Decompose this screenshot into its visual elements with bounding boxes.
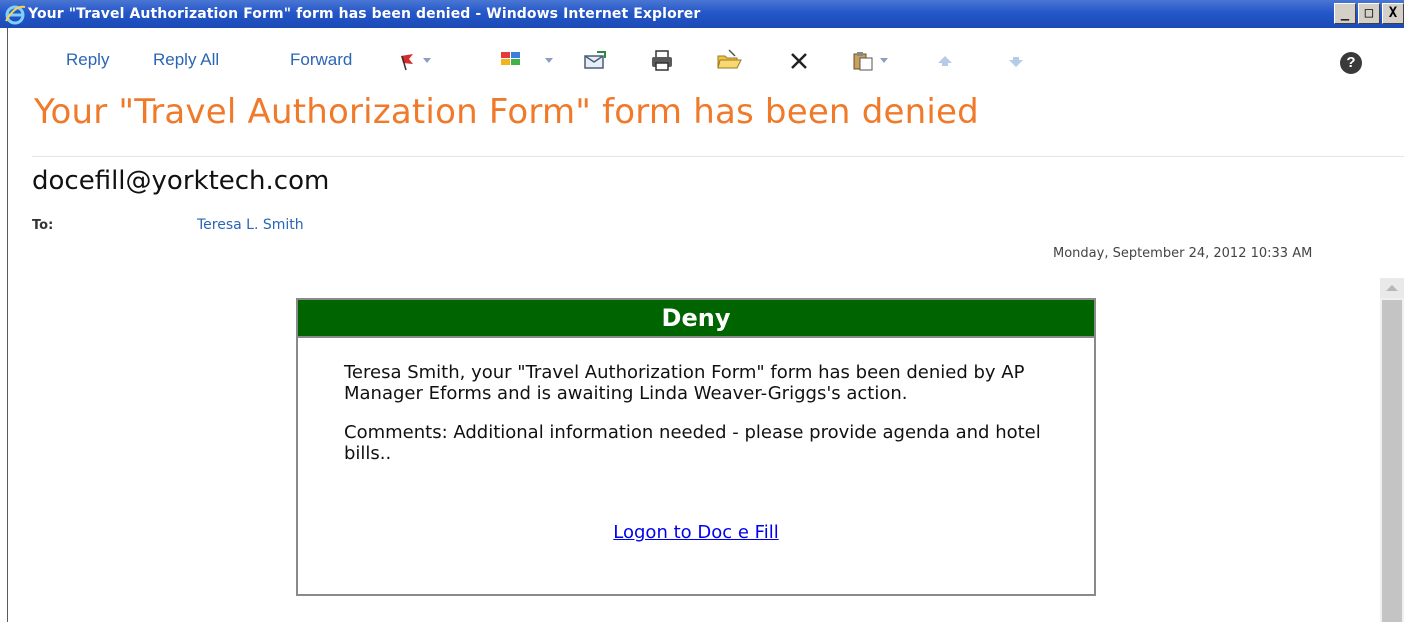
minimize-button[interactable]: _ (1334, 3, 1356, 24)
move-to-folder-icon[interactable] (583, 48, 607, 74)
message-toolbar: Reply Reply All Forward ? (0, 38, 1404, 82)
delete-icon[interactable] (789, 48, 809, 74)
message-date: Monday, September 24, 2012 10:33 AM (1053, 246, 1313, 261)
maximize-button[interactable]: □ (1358, 3, 1380, 24)
reply-all-button[interactable]: Reply All (153, 50, 219, 70)
reply-button[interactable]: Reply (66, 50, 109, 70)
categories-dropdown-caret[interactable] (545, 58, 553, 63)
deny-message: Teresa Smith, your "Travel Authorization… (344, 362, 1025, 404)
previous-arrow-icon[interactable] (935, 48, 955, 74)
window-left-border (0, 28, 8, 622)
flag-icon[interactable] (398, 48, 416, 74)
open-folder-icon[interactable] (715, 48, 743, 74)
scroll-up-button[interactable] (1380, 278, 1404, 298)
deny-body: Teresa Smith, your "Travel Authorization… (344, 362, 1044, 482)
print-icon[interactable] (649, 48, 675, 74)
paste-dropdown-caret[interactable] (880, 58, 888, 63)
forward-button[interactable]: Forward (290, 50, 352, 70)
deny-header: Deny (298, 300, 1094, 338)
deny-notice-box: Deny Teresa Smith, your "Travel Authoriz… (296, 298, 1096, 596)
to-label: To: (32, 218, 54, 233)
to-recipient[interactable]: Teresa L. Smith (197, 217, 304, 233)
message-subject: Your "Travel Authorization Form" form ha… (34, 92, 979, 132)
header-divider (32, 156, 1404, 157)
window-title-bar[interactable]: Your "Travel Authorization Form" form ha… (0, 0, 1404, 28)
deny-comments: Comments: Additional information needed … (344, 422, 1041, 464)
logon-link[interactable]: Logon to Doc e Fill (298, 522, 1094, 543)
close-button[interactable]: X (1382, 3, 1404, 24)
flag-dropdown-caret[interactable] (423, 58, 431, 63)
message-sender[interactable]: docefill@yorktech.com (32, 166, 329, 196)
internet-explorer-icon (4, 3, 26, 25)
paste-icon[interactable] (852, 48, 874, 74)
categories-icon[interactable] (500, 48, 522, 74)
help-icon[interactable]: ? (1340, 52, 1362, 74)
vertical-scrollbar[interactable] (1380, 278, 1404, 622)
window-title: Your "Travel Authorization Form" form ha… (28, 6, 701, 22)
scroll-thumb[interactable] (1382, 300, 1402, 622)
next-arrow-icon[interactable] (1006, 48, 1026, 74)
